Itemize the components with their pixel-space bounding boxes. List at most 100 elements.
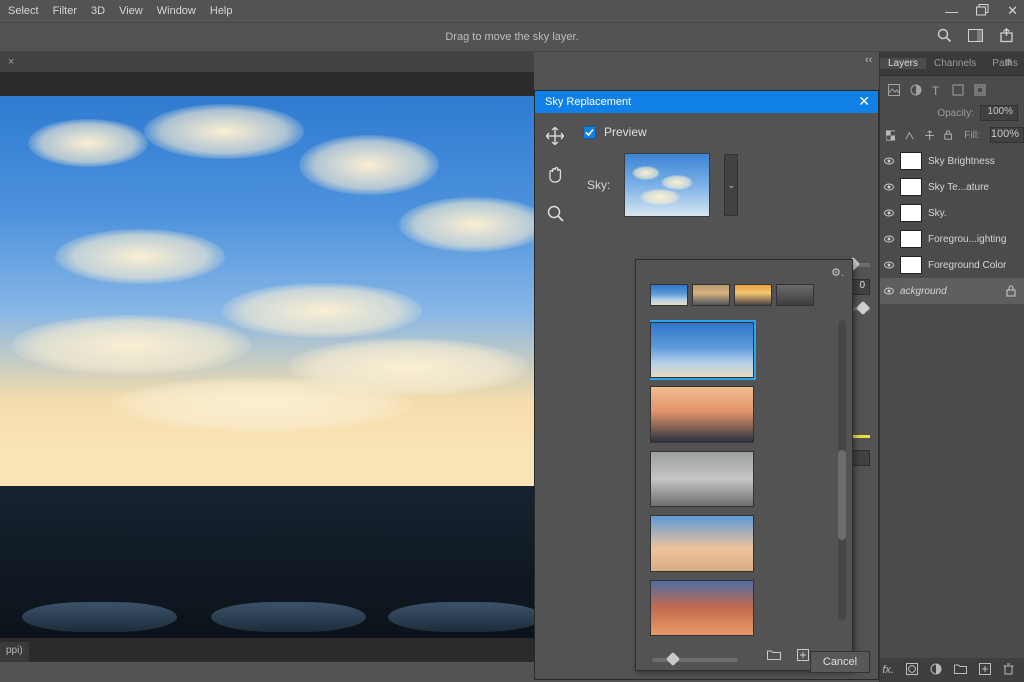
sky-preset[interactable] bbox=[650, 386, 754, 442]
lock-transparency-icon[interactable] bbox=[886, 130, 895, 141]
folder-icon[interactable] bbox=[767, 649, 781, 664]
panel-menu-icon[interactable]: ≡ bbox=[997, 55, 1020, 69]
preset-group[interactable] bbox=[692, 284, 730, 306]
visibility-icon[interactable] bbox=[884, 156, 894, 166]
menu-filter[interactable]: Filter bbox=[53, 5, 77, 17]
scrollbar-handle[interactable] bbox=[838, 450, 846, 540]
mask-icon[interactable] bbox=[906, 663, 918, 678]
move-tool-icon[interactable] bbox=[546, 127, 564, 148]
collapse-chevron-icon[interactable]: ‹‹ bbox=[865, 54, 872, 66]
menu-select[interactable]: Select bbox=[8, 5, 39, 17]
visibility-icon[interactable] bbox=[884, 286, 894, 296]
preset-group[interactable] bbox=[650, 284, 688, 306]
filter-adjust-icon[interactable] bbox=[910, 84, 922, 96]
sky-preset[interactable] bbox=[650, 515, 754, 571]
preset-group[interactable] bbox=[734, 284, 772, 306]
layer-row[interactable]: Sky Te...ature bbox=[880, 174, 1024, 200]
lock-all-icon[interactable] bbox=[944, 129, 952, 141]
new-layer-icon[interactable] bbox=[979, 663, 991, 678]
layer-row[interactable]: Foreground Color bbox=[880, 252, 1024, 278]
fill-label: Fill: bbox=[964, 130, 980, 141]
lock-icon bbox=[1006, 285, 1016, 297]
svg-text:T: T bbox=[932, 84, 940, 96]
menu-window[interactable]: Window bbox=[157, 5, 196, 17]
menu-3d[interactable]: 3D bbox=[91, 5, 105, 17]
layer-row[interactable]: ackground bbox=[880, 278, 1024, 304]
trash-icon[interactable] bbox=[1003, 663, 1014, 678]
filter-smart-icon[interactable] bbox=[974, 84, 986, 96]
visibility-icon[interactable] bbox=[884, 260, 894, 270]
filter-shape-icon[interactable] bbox=[952, 84, 964, 96]
new-adjustment-icon[interactable] bbox=[930, 663, 942, 678]
sky-selector-row: Sky: ⌄ bbox=[587, 153, 878, 217]
sky-presets-popover: ⚙. bbox=[635, 259, 853, 671]
layers-footer: fx. bbox=[880, 658, 1024, 682]
tab-layers[interactable]: Layers bbox=[880, 58, 926, 69]
lock-position-icon[interactable] bbox=[925, 130, 934, 141]
document-canvas[interactable] bbox=[0, 96, 534, 638]
tab-channels[interactable]: Channels bbox=[926, 58, 984, 69]
lock-row: Fill: 100% bbox=[880, 124, 1024, 146]
visibility-icon[interactable] bbox=[884, 234, 894, 244]
lock-pixels-icon[interactable] bbox=[905, 130, 914, 141]
dialog-titlebar[interactable]: Sky Replacement ✕ bbox=[535, 91, 878, 113]
preview-label: Preview bbox=[604, 125, 647, 139]
canvas-area: ppi) bbox=[0, 72, 534, 662]
dialog-toolbar bbox=[535, 113, 575, 679]
minimize-icon[interactable]: — bbox=[945, 4, 958, 19]
menu-view[interactable]: View bbox=[119, 5, 143, 17]
layer-name: Sky Te...ature bbox=[928, 182, 989, 193]
doc-footer: ppi) bbox=[0, 642, 29, 662]
sky-preset[interactable] bbox=[650, 580, 754, 636]
dialog-close-icon[interactable]: ✕ bbox=[858, 93, 870, 110]
visibility-icon[interactable] bbox=[884, 182, 894, 192]
filter-image-icon[interactable] bbox=[888, 84, 900, 96]
doc-tab-close[interactable]: × bbox=[8, 56, 14, 68]
fill-value[interactable]: 100% bbox=[990, 127, 1024, 143]
opacity-value[interactable]: 100% bbox=[980, 105, 1018, 121]
thumb-size-slider[interactable] bbox=[652, 658, 738, 662]
dialog-title: Sky Replacement bbox=[545, 96, 631, 108]
fx-icon[interactable]: fx. bbox=[882, 664, 894, 676]
window-controls: — ✕ bbox=[945, 0, 1018, 22]
new-preset-icon[interactable] bbox=[797, 649, 809, 664]
hand-tool-icon[interactable] bbox=[547, 166, 564, 187]
opacity-label: Opacity: bbox=[937, 108, 974, 119]
layer-row[interactable]: Sky. bbox=[880, 200, 1024, 226]
sky-preset[interactable] bbox=[650, 322, 754, 378]
zoom-tool-icon[interactable] bbox=[547, 205, 564, 225]
layer-name: Sky Brightness bbox=[928, 156, 995, 167]
options-bar: Drag to move the sky layer. bbox=[0, 22, 1024, 52]
layer-name: ackground bbox=[900, 286, 947, 297]
layers-list: Sky Brightness Sky Te...ature Sky. Foreg… bbox=[880, 148, 1024, 304]
dialog-main: Preview Sky: ⌄ 0 bbox=[575, 113, 878, 679]
search-icon[interactable] bbox=[937, 28, 952, 46]
menubar: Select Filter 3D View Window Help — ✕ bbox=[0, 0, 1024, 22]
cancel-button[interactable]: Cancel bbox=[810, 651, 870, 673]
preset-scrollbar[interactable] bbox=[838, 320, 846, 620]
preview-row: Preview bbox=[575, 113, 878, 145]
layer-name: Foregrou...ighting bbox=[928, 234, 1006, 245]
presets-gear-icon[interactable]: ⚙. bbox=[831, 266, 844, 279]
canvas-sky bbox=[0, 96, 534, 486]
selected-sky-thumb[interactable] bbox=[624, 153, 710, 217]
layer-row[interactable]: Sky Brightness bbox=[880, 148, 1024, 174]
restore-icon[interactable] bbox=[976, 4, 989, 19]
layer-filter-row: T bbox=[880, 78, 1024, 102]
options-right bbox=[937, 28, 1014, 46]
preset-group[interactable] bbox=[776, 284, 814, 306]
sky-dropdown-chevron[interactable]: ⌄ bbox=[724, 154, 738, 216]
menu-help[interactable]: Help bbox=[210, 5, 233, 17]
preview-checkbox[interactable] bbox=[583, 126, 596, 139]
visibility-icon[interactable] bbox=[884, 208, 894, 218]
close-icon[interactable]: ✕ bbox=[1007, 3, 1018, 19]
layer-row[interactable]: Foregrou...ighting bbox=[880, 226, 1024, 252]
workspace-icon[interactable] bbox=[968, 29, 983, 45]
share-icon[interactable] bbox=[999, 28, 1014, 46]
filter-type-icon[interactable]: T bbox=[932, 84, 942, 96]
layer-name: Foreground Color bbox=[928, 260, 1006, 271]
preset-list bbox=[650, 316, 820, 636]
sky-preset[interactable] bbox=[650, 451, 754, 507]
layer-name: Sky. bbox=[928, 208, 947, 219]
group-icon[interactable] bbox=[954, 663, 967, 677]
